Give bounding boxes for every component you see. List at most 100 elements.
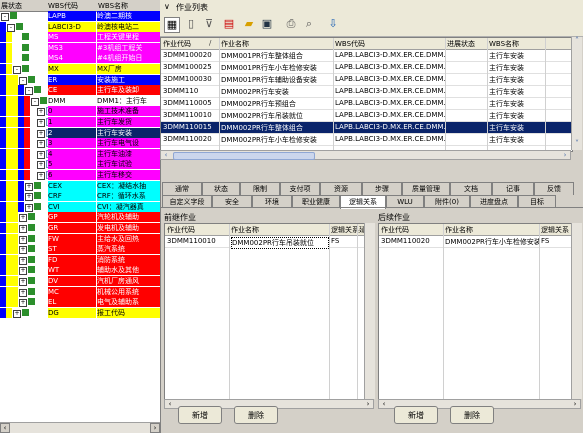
collapse-toggle-icon[interactable]: - [13, 66, 21, 74]
print-icon[interactable]: ⎙ [284, 17, 298, 31]
expand-toggle-icon[interactable]: + [19, 246, 27, 255]
wbs-tree-row[interactable]: MS4 #4机组开始日 [0, 53, 160, 64]
wbs-tree-row[interactable]: +2 主行车安装 [0, 127, 160, 138]
wbs-tree-row[interactable]: + DV 汽机厂房通风 [0, 276, 160, 286]
scroll-right-button[interactable]: › [363, 400, 373, 410]
activity-vertical-scrollbar[interactable]: ˄ ˅ [571, 37, 582, 150]
filter-icon[interactable]: ⊽ [202, 17, 216, 31]
wbs-tree-row[interactable]: + WT 辅助水及其他 [0, 265, 160, 276]
wbs-tree-row[interactable]: +3 主行车电气设 [0, 138, 160, 149]
wbs-tree-row[interactable]: - MX MX厂房 [0, 64, 160, 74]
wbs-tree-row[interactable]: + CEX CEX：凝结水抽 [0, 180, 160, 191]
col-wbs-code[interactable]: WBS代码 [48, 1, 78, 11]
activity-row[interactable]: 3DMM110010 DMM002PR行车吊装就位 LAPB.LABCI3-D.MX… [161, 110, 572, 122]
tab-6[interactable]: 质量管理 [402, 182, 450, 195]
expand-toggle-icon[interactable]: + [13, 309, 21, 318]
predecessor-row[interactable]: 3DMM110010 DMM002PR行车吊装就位 FS [165, 236, 365, 249]
activity-horizontal-scrollbar[interactable]: ‹ › [160, 150, 571, 160]
wbs-tree-row[interactable]: MS 工程关键里程 [0, 32, 160, 43]
add-successor-button[interactable]: 新增 [394, 406, 438, 424]
save-icon[interactable]: ▣ [260, 17, 274, 31]
wbs-tree-row[interactable]: +1 主行车发货 [0, 117, 160, 127]
wbs-tree-row[interactable]: - LAPB 岭澳二期核 [0, 11, 160, 21]
scroll-left-button[interactable]: ‹ [165, 400, 175, 410]
tab-5[interactable]: 步骤 [362, 182, 402, 195]
collapse-toggle-icon[interactable]: - [31, 97, 39, 106]
wbs-tree-row[interactable]: + CVI CVI：凝汽器真 [0, 201, 160, 212]
wbs-tree-row[interactable]: - DMM DMM1：主行车 [0, 95, 160, 106]
expand-toggle-icon[interactable]: + [19, 299, 27, 308]
activity-row[interactable]: 3DMM110005 DMM002PR行车预组合 LAPB.LABCI3-D.MX.… [161, 98, 572, 110]
scroll-left-button[interactable]: ‹ [379, 400, 389, 410]
wbs-tree-row[interactable]: +5 主行车试验 [0, 159, 160, 170]
expand-toggle-icon[interactable]: + [37, 172, 45, 180]
export-icon[interactable]: ⇩ [326, 17, 340, 31]
activity-row[interactable]: 3DMM100025 DMM001PR行车小车检修安装 LAPB.LABCI3-D.… [161, 62, 572, 74]
collapse-toggle-icon[interactable]: - [7, 23, 15, 32]
add-predecessor-button[interactable]: 新增 [178, 406, 222, 424]
wbs-tree-row[interactable]: MS3 #3机组工程关 [0, 42, 160, 53]
wbs-tree-row[interactable]: + ST 蒸汽系统 [0, 244, 160, 255]
wbs-tree-row[interactable]: + GP 汽轮机及辅助 [0, 212, 160, 223]
tab-1[interactable]: 状态 [202, 182, 240, 195]
col-activity-code[interactable]: 作业代码 [163, 39, 191, 49]
activity-row[interactable]: 3DMM110 DMM002PR行车安装 LAPB.LABCI3-D.MX.ER.C… [161, 86, 572, 98]
activity-row[interactable]: 3DMM110020 DMM002PR行车小车检修安装 LAPB.LABCI3-D.… [161, 134, 572, 146]
scroll-thumb[interactable] [173, 152, 315, 160]
col-activity-code[interactable]: 作业代码 [381, 225, 409, 235]
col-progress-status[interactable]: 进展状态 [447, 39, 475, 49]
layout-icon[interactable]: ▤ [222, 17, 236, 31]
expand-toggle-icon[interactable]: + [37, 161, 45, 170]
collapse-toggle-icon[interactable]: - [1, 13, 9, 21]
tab-4[interactable]: 资源 [320, 182, 362, 195]
activity-row[interactable]: 3DMM100020 DMM001PR行车整体组合 LAPB.LABCI3-D.MX… [161, 50, 572, 62]
columns-icon[interactable]: ▯ [184, 17, 198, 31]
expand-toggle-icon[interactable]: + [25, 193, 33, 202]
wbs-tree-row[interactable]: - LABCI3-D 岭澳核电站二 [0, 21, 160, 32]
wbs-tree-row[interactable]: + EL 电气及辅助系 [0, 297, 160, 308]
wbs-tree-row[interactable]: + DG 报工代码 [0, 307, 160, 318]
wbs-tree-row[interactable]: +0 施工技术准备 [0, 106, 160, 117]
tab-2[interactable]: 限制 [240, 182, 280, 195]
wbs-tree-row[interactable]: +4 主行车油漆 [0, 148, 160, 159]
scroll-right-button[interactable]: › [560, 151, 570, 161]
successors-vertical-scrollbar[interactable] [571, 223, 582, 399]
scroll-right-button[interactable]: › [570, 400, 580, 410]
wbs-tree-row[interactable]: - ER 安装施工 [0, 74, 160, 85]
wbs-tree-row[interactable]: + FW 主给水及回热 [0, 233, 160, 244]
expand-toggle-icon[interactable]: + [37, 119, 45, 127]
expand-toggle-icon[interactable]: + [37, 129, 45, 138]
print-preview-icon[interactable]: ⌕ [302, 17, 316, 31]
col-activity-name[interactable]: 作业名称 [231, 225, 259, 235]
tab-9[interactable]: 反馈 [534, 182, 574, 195]
collapse-toggle-icon[interactable]: - [25, 87, 33, 96]
open-folder-icon[interactable]: ▰ [242, 17, 256, 31]
expand-toggle-icon[interactable]: + [37, 140, 45, 149]
scroll-left-button[interactable]: ‹ [161, 151, 171, 161]
expand-toggle-icon[interactable]: + [19, 288, 27, 297]
wbs-tree-row[interactable]: + GR 发电机及辅助 [0, 223, 160, 233]
tab-7[interactable]: 文档 [450, 182, 492, 195]
col-activity-code[interactable]: 作业代码 [167, 225, 195, 235]
expand-toggle-icon[interactable]: + [25, 182, 33, 191]
col-wbs-name[interactable]: WBS名称 [489, 39, 519, 49]
scroll-left-button[interactable]: ‹ [0, 423, 10, 433]
collapse-toggle-icon[interactable]: - [19, 76, 27, 85]
col-expand-state[interactable]: 展状态 [1, 1, 22, 11]
wbs-tree-row[interactable]: + MC 机械公用系统 [0, 286, 160, 297]
col-relationship[interactable]: 逻辑关系 [541, 225, 569, 235]
col-wbs-name[interactable]: WBS名称 [98, 1, 128, 11]
tab-8[interactable]: 记事 [492, 182, 534, 195]
expand-toggle-icon[interactable]: + [19, 235, 27, 244]
tab-3[interactable]: 支付项 [280, 182, 320, 195]
expand-toggle-icon[interactable]: + [37, 108, 45, 117]
tab-0[interactable]: 通常 [162, 182, 202, 195]
collapse-icon[interactable]: ∨ [164, 2, 170, 11]
grid-view-icon[interactable]: ▦ [164, 17, 180, 33]
activity-row[interactable]: 3DMM110015 DMM002PR行车整体组合 LAPB.LABCI3-D.MX… [161, 122, 572, 134]
tree-horizontal-scrollbar[interactable]: ‹ › [0, 422, 160, 433]
wbs-tree-row[interactable]: +6 主行车移交 [0, 170, 160, 180]
delete-successor-button[interactable]: 删除 [450, 406, 494, 424]
expand-toggle-icon[interactable]: + [19, 256, 27, 265]
expand-toggle-icon[interactable]: + [19, 214, 27, 223]
